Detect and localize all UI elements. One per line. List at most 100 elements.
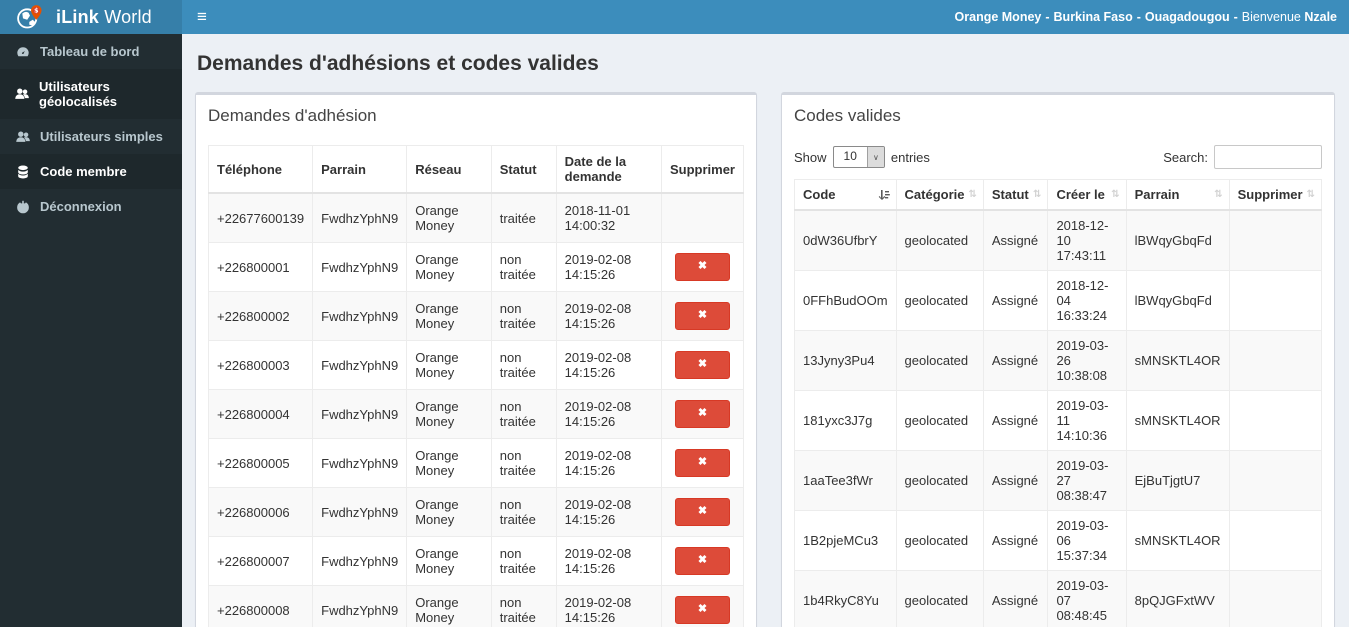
- table-cell: +226800008: [207, 585, 314, 627]
- delete-button[interactable]: ✖: [674, 253, 731, 281]
- col-header-parrain: Parrain: [312, 145, 408, 194]
- delete-button[interactable]: ✖: [674, 302, 731, 330]
- sidebar-item-utilisateurs-geolocalises[interactable]: Utilisateurs géolocalisés: [0, 69, 182, 119]
- table-cell: 2018-12-04 16:33:24: [1047, 270, 1127, 331]
- delete-cell: ✖: [660, 438, 745, 488]
- table-cell: +226800006: [207, 487, 314, 537]
- table-cell: Orange Money: [406, 438, 492, 488]
- table-cell: geolocated: [895, 270, 984, 331]
- col-header-creer-le[interactable]: Créer le ⇅: [1047, 179, 1127, 211]
- delete-button[interactable]: ✖: [674, 547, 731, 575]
- col-header-telephone: Téléphone: [207, 145, 314, 194]
- table-cell: 2019-02-08 14:15:26: [555, 242, 662, 292]
- table-cell: geolocated: [895, 450, 984, 511]
- table-cell: 1B2pjeMCu3: [794, 510, 897, 571]
- table-cell: Orange Money: [406, 340, 492, 390]
- table-cell: [1228, 570, 1323, 627]
- table-cell: [1228, 510, 1323, 571]
- table-cell: Assigné: [982, 510, 1049, 571]
- delete-button[interactable]: ✖: [674, 400, 731, 428]
- table-cell: 1aaTee3fWr: [794, 450, 897, 511]
- table-row: 0FFhBudOOm geolocated Assigné 2018-12-04 16…: [794, 270, 1323, 331]
- table-cell: 2019-02-08 14:15:26: [555, 340, 662, 390]
- table-cell: lBWqyGbqFd: [1125, 270, 1230, 331]
- sidebar-item-utilisateurs-simples[interactable]: Utilisateurs simples: [0, 119, 182, 154]
- table-cell: FwdhzYphN9: [312, 438, 408, 488]
- sidebar-item-code-membre[interactable]: Code membre: [0, 154, 182, 189]
- table-cell: +226800007: [207, 536, 314, 586]
- col-header-parrain[interactable]: Parrain ⇅: [1125, 179, 1230, 211]
- entries-select[interactable]: 10 ∨: [832, 146, 885, 168]
- table-cell: [1228, 330, 1323, 391]
- col-header-code[interactable]: Code: [794, 179, 897, 211]
- table-cell: Orange Money: [406, 242, 492, 292]
- table-row: 13Jyny3Pu4 geolocated Assigné 2019-03-26 10…: [794, 330, 1323, 391]
- delete-button[interactable]: ✖: [674, 351, 731, 379]
- table-cell: [1228, 270, 1323, 331]
- table-row: 1b4RkyC8Yu geolocated Assigné 2019-03-07 08…: [794, 570, 1323, 627]
- top-header: $ iLink World ≡ Orange Money - Burkina Fas…: [0, 0, 1349, 34]
- table-cell: FwdhzYphN9: [312, 242, 408, 292]
- table-cell: lBWqyGbqFd: [1125, 209, 1230, 271]
- table-cell: non traitée: [490, 389, 557, 439]
- sidebar-item-tableau-de-bord[interactable]: Tableau de bord: [0, 34, 182, 69]
- table-cell: non traitée: [490, 536, 557, 586]
- hamburger-icon[interactable]: ≡: [182, 0, 222, 34]
- brand-logo[interactable]: $ iLink World: [0, 0, 182, 34]
- table-cell: Orange Money: [406, 585, 492, 627]
- table-cell: 2019-02-08 14:15:26: [555, 291, 662, 341]
- sort-icon: ⇅: [1033, 189, 1042, 200]
- svg-text:$: $: [34, 8, 38, 15]
- table-cell: FwdhzYphN9: [312, 192, 408, 243]
- table-cell: [1228, 390, 1323, 451]
- main-content: Demandes d'adhésions et codes valides De…: [182, 34, 1349, 627]
- sort-icon: ⇅: [1306, 189, 1315, 200]
- table-cell: 181yxc3J7g: [794, 390, 897, 451]
- sidebar-item-label: Utilisateurs simples: [40, 129, 163, 144]
- search-input[interactable]: [1214, 145, 1322, 169]
- table-row: 0dW36UfbrY geolocated Assigné 2018-12-10 17…: [794, 209, 1323, 271]
- col-header-reseau: Réseau: [406, 145, 492, 194]
- table-cell: 2019-02-08 14:15:26: [555, 487, 662, 537]
- delete-button[interactable]: ✖: [674, 449, 731, 477]
- col-header-date: Date de la demande: [555, 145, 662, 194]
- select-caret-icon: ∨: [866, 147, 884, 167]
- sidebar-item-label: Tableau de bord: [40, 44, 140, 59]
- demandes-table: Téléphone Parrain Réseau Statut Date de …: [207, 145, 745, 627]
- table-cell: geolocated: [895, 510, 984, 571]
- entries-label: entries: [890, 149, 930, 165]
- col-header-supprimer[interactable]: Supprimer ⇅: [1228, 179, 1323, 211]
- entries-select-value: 10: [843, 149, 857, 163]
- table-cell: 2019-03-07 08:48:45: [1047, 570, 1127, 627]
- table-cell: 2019-03-26 10:38:08: [1047, 330, 1127, 391]
- table-cell: FwdhzYphN9: [312, 585, 408, 627]
- col-header-statut[interactable]: Statut ⇅: [982, 179, 1049, 211]
- sort-icon: ⇅: [968, 189, 977, 200]
- search-label: Search:: [1163, 149, 1208, 165]
- table-row: 1aaTee3fWr geolocated Assigné 2019-03-27 08…: [794, 450, 1323, 511]
- table-cell: non traitée: [490, 438, 557, 488]
- delete-cell: ✖: [660, 340, 745, 390]
- table-row: 1B2pjeMCu3 geolocated Assigné 2019-03-06 15…: [794, 510, 1323, 571]
- table-cell: Assigné: [982, 570, 1049, 627]
- sidebar-item-deconnexion[interactable]: Déconnexion: [0, 189, 182, 224]
- table-cell: EjBuTjgtU7: [1125, 450, 1230, 511]
- codes-table: Code Catégorie ⇅ Statut ⇅ Créer le ⇅ Par…: [794, 179, 1323, 627]
- sort-icon: ⇅: [1214, 189, 1223, 200]
- demandes-adhesion-panel: Demandes d'adhésion Téléphone Parrain Ré…: [195, 92, 757, 627]
- table-row: +22677600139 FwdhzYphN9 Orange Money traité…: [207, 192, 745, 243]
- col-header-categorie[interactable]: Catégorie ⇅: [895, 179, 984, 211]
- table-cell: non traitée: [490, 487, 557, 537]
- delete-button[interactable]: ✖: [674, 498, 731, 526]
- sidebar-item-label: Déconnexion: [40, 199, 122, 214]
- table-row: +226800007 FwdhzYphN9 Orange Money non trai…: [207, 536, 745, 586]
- users-icon: [15, 130, 30, 144]
- table-cell: sMNSKTL4OR: [1125, 510, 1230, 571]
- table-row: +226800002 FwdhzYphN9 Orange Money non trai…: [207, 291, 745, 341]
- table-cell: traitée: [490, 192, 557, 243]
- table-cell: FwdhzYphN9: [312, 340, 408, 390]
- codes-valides-panel: Codes valides Show 10 ∨ entries Search:: [781, 92, 1335, 627]
- table-cell: FwdhzYphN9: [312, 487, 408, 537]
- table-cell: non traitée: [490, 242, 557, 292]
- delete-button[interactable]: ✖: [674, 596, 731, 624]
